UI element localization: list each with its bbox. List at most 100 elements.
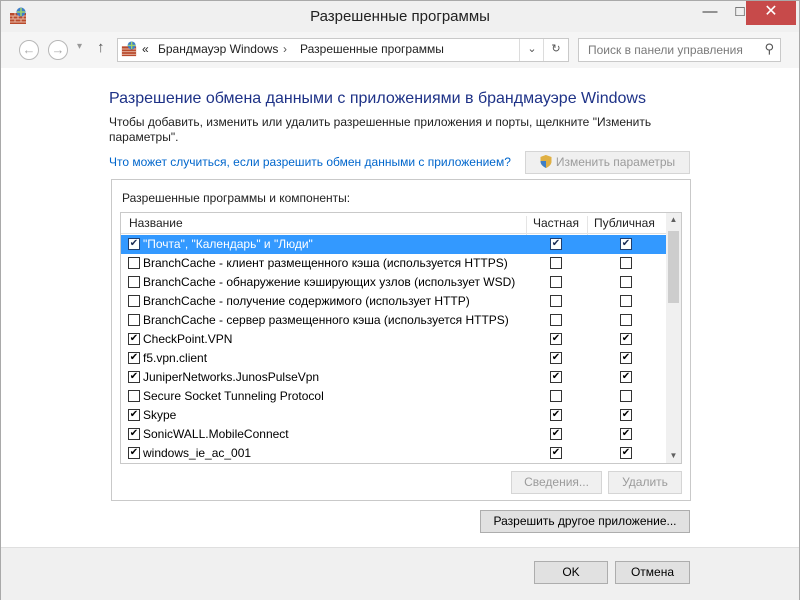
app-enabled-checkbox[interactable] <box>128 390 140 402</box>
breadcrumb-firewall[interactable]: Брандмауэр Windows <box>158 42 278 56</box>
allowed-apps-list[interactable]: Название Частная Публичная "Почта", "Кал… <box>120 212 682 464</box>
list-item[interactable]: Secure Socket Tunneling Protocol <box>121 387 666 406</box>
list-header: Название Частная Публичная <box>121 213 666 236</box>
app-name: "Почта", "Календарь" и "Люди" <box>143 237 313 251</box>
public-network-checkbox[interactable] <box>620 371 632 383</box>
list-item[interactable]: CheckPoint.VPN <box>121 330 666 349</box>
list-item[interactable]: f5.vpn.client <box>121 349 666 368</box>
private-network-checkbox[interactable] <box>550 257 562 269</box>
title-bar: Разрешенные программы — □ ✕ <box>1 1 799 32</box>
uac-shield-icon <box>540 155 552 168</box>
list-item[interactable]: SonicWALL.MobileConnect <box>121 425 666 444</box>
app-enabled-checkbox[interactable] <box>128 276 140 288</box>
app-name: Secure Socket Tunneling Protocol <box>143 389 324 403</box>
private-network-checkbox[interactable] <box>550 352 562 364</box>
up-arrow-icon[interactable]: ↑ <box>97 39 105 56</box>
app-enabled-checkbox[interactable] <box>128 428 140 440</box>
private-network-checkbox[interactable] <box>550 390 562 402</box>
scroll-down-icon[interactable]: ▼ <box>666 449 681 463</box>
ok-button[interactable]: OK <box>534 561 608 584</box>
minimize-button[interactable]: — <box>695 1 725 25</box>
firewall-window: Разрешенные программы — □ ✕ ← → ▾ ↑ « Бр… <box>0 0 800 600</box>
window-title: Разрешенные программы <box>310 8 490 25</box>
allowed-apps-group: Разрешенные программы и компоненты: Назв… <box>111 179 691 501</box>
public-network-checkbox[interactable] <box>620 238 632 250</box>
app-name: Skype <box>143 408 177 422</box>
list-item[interactable]: JuniperNetworks.JunosPulseVpn <box>121 368 666 387</box>
public-network-checkbox[interactable] <box>620 390 632 402</box>
column-public[interactable]: Публичная <box>594 216 655 230</box>
public-network-checkbox[interactable] <box>620 333 632 345</box>
list-scrollbar[interactable]: ▲ ▼ <box>666 213 681 463</box>
list-item[interactable]: windows_ie_ac_001 <box>121 444 666 463</box>
address-dropdown-icon[interactable]: ⌄ <box>519 39 544 61</box>
breadcrumb-separator-icon[interactable]: › <box>283 42 287 56</box>
public-network-checkbox[interactable] <box>620 428 632 440</box>
public-network-checkbox[interactable] <box>620 257 632 269</box>
column-name[interactable]: Название <box>129 216 183 230</box>
remove-button[interactable]: Удалить <box>608 471 682 494</box>
recent-locations-chevron-icon[interactable]: ▾ <box>77 41 82 52</box>
app-enabled-checkbox[interactable] <box>128 371 140 383</box>
app-enabled-checkbox[interactable] <box>128 447 140 459</box>
back-arrow-icon[interactable]: ← <box>19 40 39 60</box>
list-item[interactable]: BranchCache - клиент размещенного кэша (… <box>121 254 666 273</box>
public-network-checkbox[interactable] <box>620 409 632 421</box>
list-item[interactable]: BranchCache - получение содержимого (исп… <box>121 292 666 311</box>
list-item[interactable]: "Почта", "Календарь" и "Люди" <box>121 235 666 254</box>
app-enabled-checkbox[interactable] <box>128 352 140 364</box>
private-network-checkbox[interactable] <box>550 295 562 307</box>
public-network-checkbox[interactable] <box>620 314 632 326</box>
public-network-checkbox[interactable] <box>620 352 632 364</box>
list-item[interactable]: BranchCache - обнаружение кэширующих узл… <box>121 273 666 292</box>
app-enabled-checkbox[interactable] <box>128 257 140 269</box>
app-enabled-checkbox[interactable] <box>128 409 140 421</box>
breadcrumb-overflow-icon[interactable]: « <box>142 42 149 56</box>
list-item[interactable]: BranchCache - сервер размещенного кэша (… <box>121 311 666 330</box>
app-enabled-checkbox[interactable] <box>128 333 140 345</box>
private-network-checkbox[interactable] <box>550 371 562 383</box>
private-network-checkbox[interactable] <box>550 409 562 421</box>
public-network-checkbox[interactable] <box>620 295 632 307</box>
app-name: BranchCache - обнаружение кэширующих узл… <box>143 275 516 289</box>
risk-help-link[interactable]: Что может случиться, если разрешить обме… <box>109 155 511 169</box>
change-settings-button[interactable]: Изменить параметры <box>525 151 690 174</box>
details-button[interactable]: Сведения... <box>511 471 602 494</box>
change-settings-label: Изменить параметры <box>555 155 676 169</box>
address-bar[interactable]: « Брандмауэр Windows › Разрешенные прогр… <box>117 38 569 62</box>
navigation-bar: ← → ▾ ↑ « Брандмауэр Windows › Разрешенн… <box>1 32 799 68</box>
column-divider[interactable] <box>587 216 588 236</box>
allow-other-app-button[interactable]: Разрешить другое приложение... <box>480 510 690 533</box>
list-item[interactable]: Skype <box>121 406 666 425</box>
firewall-location-icon <box>121 41 137 57</box>
breadcrumb-allowed-apps[interactable]: Разрешенные программы <box>300 42 444 56</box>
search-input[interactable]: Поиск в панели управления ⚲ <box>578 38 781 62</box>
forward-arrow-icon[interactable]: → <box>48 40 68 60</box>
private-network-checkbox[interactable] <box>550 276 562 288</box>
private-network-checkbox[interactable] <box>550 447 562 459</box>
page-heading: Разрешение обмена данными с приложениями… <box>109 90 646 107</box>
scroll-thumb[interactable] <box>668 231 679 303</box>
private-network-checkbox[interactable] <box>550 238 562 250</box>
public-network-checkbox[interactable] <box>620 276 632 288</box>
search-placeholder: Поиск в панели управления <box>588 43 743 57</box>
app-name: CheckPoint.VPN <box>143 332 233 346</box>
app-enabled-checkbox[interactable] <box>128 238 140 250</box>
cancel-button[interactable]: Отмена <box>615 561 690 584</box>
private-network-checkbox[interactable] <box>550 314 562 326</box>
app-enabled-checkbox[interactable] <box>128 295 140 307</box>
column-private[interactable]: Частная <box>533 216 579 230</box>
app-name: SonicWALL.MobileConnect <box>143 427 289 441</box>
app-name: JuniperNetworks.JunosPulseVpn <box>143 370 320 384</box>
public-network-checkbox[interactable] <box>620 447 632 459</box>
private-network-checkbox[interactable] <box>550 333 562 345</box>
private-network-checkbox[interactable] <box>550 428 562 440</box>
refresh-icon[interactable]: ↻ <box>543 39 568 61</box>
close-button[interactable]: ✕ <box>746 1 796 25</box>
column-divider[interactable] <box>526 216 527 236</box>
app-enabled-checkbox[interactable] <box>128 314 140 326</box>
allowed-apps-label: Разрешенные программы и компоненты: <box>122 191 351 205</box>
app-name: BranchCache - клиент размещенного кэша (… <box>143 256 508 270</box>
scroll-up-icon[interactable]: ▲ <box>666 213 681 227</box>
search-icon[interactable]: ⚲ <box>764 41 774 57</box>
